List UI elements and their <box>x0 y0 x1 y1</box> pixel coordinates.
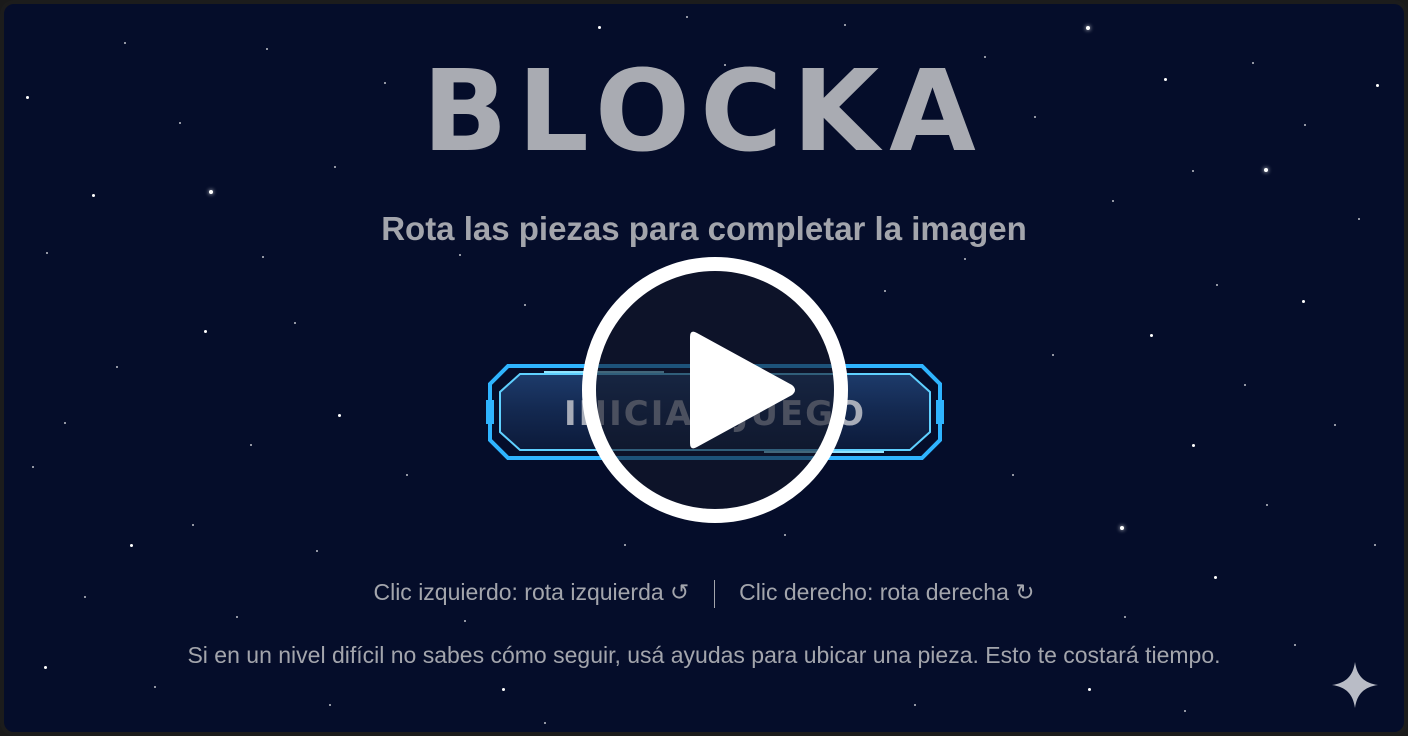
help-hint: Si en un nivel difícil no sabes cómo seg… <box>187 642 1221 668</box>
play-icon <box>690 331 795 449</box>
video-play-button[interactable] <box>582 257 848 523</box>
sparkle-icon <box>1332 662 1378 708</box>
right-click-instruction: Clic derecho: rota derecha ↻ <box>739 579 1035 605</box>
left-click-instruction: Clic izquierdo: rota izquierda ↺ <box>373 579 690 605</box>
instructions-divider <box>713 579 715 608</box>
game-subtitle: Rota las piezas para completar la imagen <box>381 210 1027 247</box>
controls-instructions: Clic izquierdo: rota izquierda ↺ Clic de… <box>4 579 1404 608</box>
game-title: BLOCKA <box>422 47 986 177</box>
video-frame: BLOCKA Rota las piezas para completar la… <box>0 0 1408 736</box>
